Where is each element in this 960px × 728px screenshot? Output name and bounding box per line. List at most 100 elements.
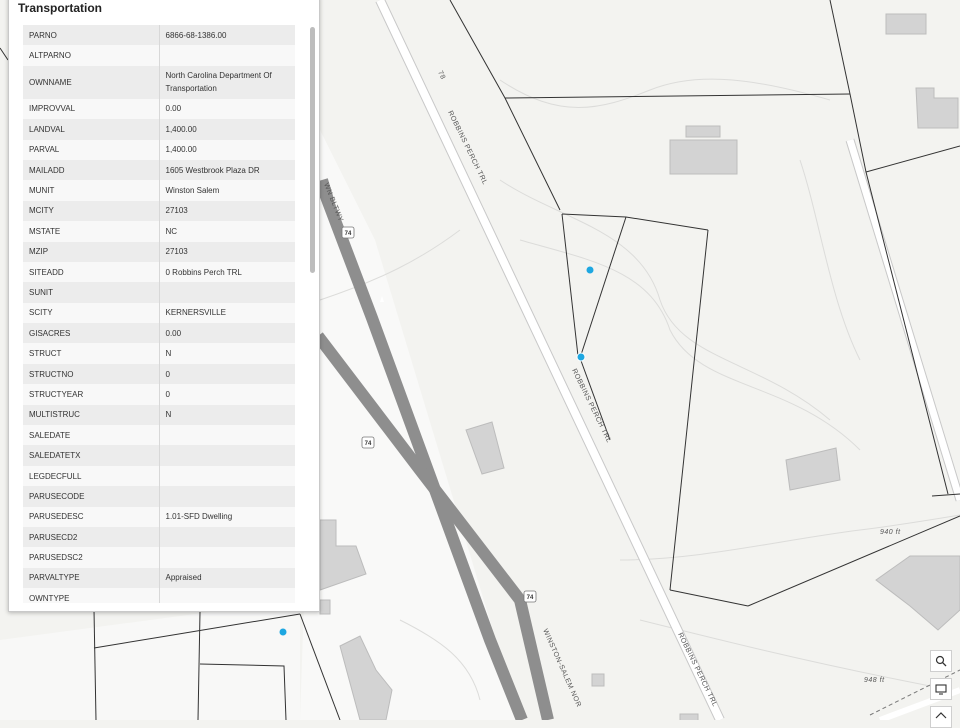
attribute-row: OWNNAME North Carolina Department Of Tran… xyxy=(23,65,295,99)
svg-text:74: 74 xyxy=(527,595,534,601)
attribute-row: MAILADD 1605 Westbrook Plaza DR xyxy=(23,159,295,181)
attribute-value: 1,400.00 xyxy=(159,119,295,140)
attribute-key: PARVALTYPE xyxy=(23,567,160,589)
attribute-key: PARUSEDSC2 xyxy=(23,547,160,568)
attribute-row: MSTATE NC xyxy=(23,221,295,242)
scrollbar-thumb[interactable] xyxy=(310,27,315,273)
attribute-key: MZIP xyxy=(23,241,160,262)
attribute-row: STRUCTNO 0 xyxy=(23,363,295,385)
attribute-value: KERNERSVILLE xyxy=(159,302,295,324)
selected-parcel-point xyxy=(576,352,586,362)
attribute-row: PARVALTYPE Appraised xyxy=(23,567,295,589)
attribute-key: MULTISTRUC xyxy=(23,404,160,426)
attribute-value: 27103 xyxy=(159,241,295,262)
attribute-row: GISACRES 0.00 xyxy=(23,323,295,344)
route-shield: 74 xyxy=(341,226,355,239)
search-icon xyxy=(935,655,947,667)
attribute-value: 1605 Westbrook Plaza DR xyxy=(159,159,295,181)
attribute-value xyxy=(159,526,295,548)
attribute-value xyxy=(159,425,295,446)
attribute-row: PARNO 6866-68-1386.00 xyxy=(23,25,295,46)
attribute-row: LEGDECFULL xyxy=(23,465,295,487)
attribute-key: GISACRES xyxy=(23,323,160,344)
screen-icon xyxy=(935,684,947,695)
attribute-value: 6866-68-1386.00 xyxy=(159,25,295,46)
attribute-key: PARUSEDESC xyxy=(23,506,160,527)
attribute-table: PARNO 6866-68-1386.00 ALTPARNO OWNNAME North… xyxy=(23,25,295,603)
attribute-row: SALEDATETX xyxy=(23,445,295,466)
attribute-key: ALTPARNO xyxy=(23,45,160,66)
attribute-value: 0 Robbins Perch TRL xyxy=(159,261,295,283)
popup-scrollbar[interactable] xyxy=(309,27,317,601)
attribute-table-container[interactable]: PARNO 6866-68-1386.00 ALTPARNO OWNNAME North… xyxy=(23,25,305,603)
attribute-row: LANDVAL 1,400.00 xyxy=(23,119,295,140)
attribute-value: 1,400.00 xyxy=(159,139,295,160)
attribute-key: STRUCTYEAR xyxy=(23,384,160,405)
attribute-value: North Carolina Department Of Transportat… xyxy=(159,65,295,99)
attribute-row: MZIP 27103 xyxy=(23,241,295,262)
attribute-row: PARVAL 1,400.00 xyxy=(23,139,295,160)
popup-title: Transportation xyxy=(18,1,103,15)
attribute-key: OWNTYPE xyxy=(23,588,160,603)
attribute-key: SITEADD xyxy=(23,261,160,283)
attribute-row: ALTPARNO xyxy=(23,45,295,66)
attribute-key: MCITY xyxy=(23,200,160,222)
attribute-key: MSTATE xyxy=(23,221,160,242)
route-shield: 74 xyxy=(523,590,537,603)
attribute-row: PARUSECODE xyxy=(23,486,295,507)
attribute-value: 0.00 xyxy=(159,98,295,120)
attribute-key: PARUSECD2 xyxy=(23,526,160,548)
parcel-point xyxy=(586,266,594,274)
attribute-key: SALEDATE xyxy=(23,425,160,446)
search-button[interactable] xyxy=(930,650,952,672)
attribute-row: IMPROVVAL 0.00 xyxy=(23,98,295,120)
parcel-point xyxy=(279,628,287,636)
attribute-row: MULTISTRUC N xyxy=(23,404,295,426)
attribute-key: MUNIT xyxy=(23,180,160,201)
attribute-row: SCITY KERNERSVILLE xyxy=(23,302,295,324)
svg-text:74: 74 xyxy=(345,231,352,237)
attribute-value xyxy=(159,465,295,487)
building xyxy=(679,713,699,720)
attribute-value: 0 xyxy=(159,384,295,405)
attribute-row: SITEADD 0 Robbins Perch TRL xyxy=(23,261,295,283)
contour-label-948: 948 ft xyxy=(864,677,885,684)
home-icon xyxy=(935,712,947,719)
attribute-row: STRUCTYEAR 0 xyxy=(23,384,295,405)
attribute-value: 0 xyxy=(159,363,295,385)
contour-label-940: 940 ft xyxy=(880,529,901,536)
attribute-key: MAILADD xyxy=(23,159,160,181)
attribute-value: Winston Salem xyxy=(159,180,295,201)
attribute-value: 27103 xyxy=(159,200,295,222)
building xyxy=(669,139,738,175)
attribute-key: STRUCTNO xyxy=(23,363,160,385)
attribute-value: 0.00 xyxy=(159,323,295,344)
attribute-value: Appraised xyxy=(159,567,295,589)
attribute-key: OWNNAME xyxy=(23,65,160,99)
attribute-row: PARUSEDESC 1.01-SFD Dwelling xyxy=(23,506,295,527)
attribute-key: SUNIT xyxy=(23,282,160,303)
building xyxy=(591,673,605,687)
building xyxy=(319,599,331,615)
attribute-value xyxy=(159,486,295,507)
home-button[interactable] xyxy=(930,706,952,728)
attribute-row: SUNIT xyxy=(23,282,295,303)
attribute-row: STRUCT N xyxy=(23,343,295,364)
attribute-row: MCITY 27103 xyxy=(23,200,295,222)
attribute-key: PARUSECODE xyxy=(23,486,160,507)
building xyxy=(885,13,927,35)
attribute-popup: Transportation PARNO 6866-68-1386.00 ALTPA… xyxy=(8,0,320,612)
attribute-key: IMPROVVAL xyxy=(23,98,160,120)
attribute-value: N xyxy=(159,404,295,426)
attribute-value xyxy=(159,282,295,303)
attribute-value xyxy=(159,547,295,568)
attribute-row: PARUSEDSC2 xyxy=(23,547,295,568)
attribute-row: MUNIT Winston Salem xyxy=(23,180,295,201)
screen-button[interactable] xyxy=(930,678,952,700)
attribute-row: OWNTYPE xyxy=(23,588,295,603)
attribute-value: N xyxy=(159,343,295,364)
attribute-value: NC xyxy=(159,221,295,242)
attribute-key: SCITY xyxy=(23,302,160,324)
attribute-value xyxy=(159,445,295,466)
attribute-key: PARNO xyxy=(23,25,160,46)
